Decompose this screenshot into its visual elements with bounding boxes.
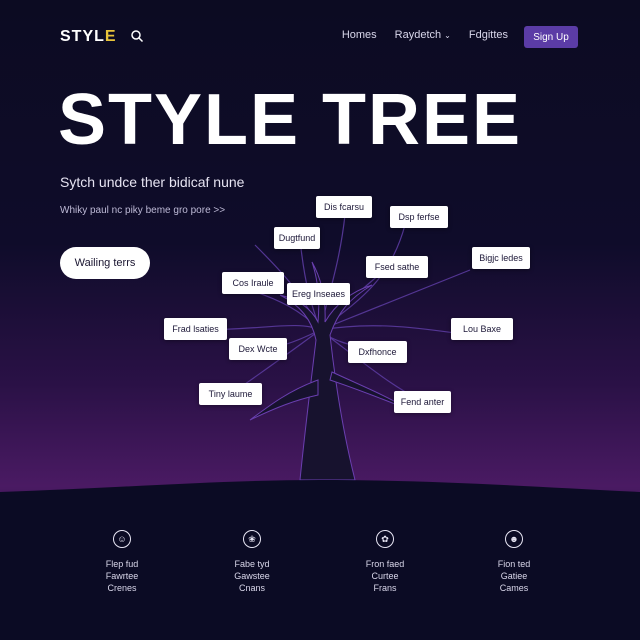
tree-node[interactable]: Lou Baxe	[451, 318, 513, 340]
tree-node[interactable]: Fsed sathe	[366, 256, 428, 278]
tree-node[interactable]: Dex Wcte	[229, 338, 287, 360]
face-icon: ☻	[505, 530, 523, 548]
leaf-icon: ✿	[376, 530, 394, 548]
feature-line: Fawrtee	[105, 571, 139, 581]
tree-node[interactable]: Ereg Inseaes	[287, 283, 350, 305]
horizon-hill	[0, 480, 640, 530]
feature-line: Gatiee	[500, 571, 528, 581]
tree-illustration	[199, 214, 471, 481]
feature-line: Curtee	[371, 571, 399, 581]
smile-icon: ☺	[113, 530, 131, 548]
feature-item[interactable]: ☺ Flep fud Fawrtee Crenes	[82, 530, 162, 594]
tree-node[interactable]: Bigjc ledes	[472, 247, 530, 269]
tree-node[interactable]: Dis fcarsu	[316, 196, 372, 218]
feature-line: Crenes	[107, 583, 137, 593]
feature-line: Cames	[499, 583, 529, 593]
feature-line: Frans	[373, 583, 397, 593]
feature-item[interactable]: ✿ Fron faed Curtee Frans	[345, 530, 425, 594]
feature-line: Fabe tyd	[234, 559, 270, 569]
feature-line: Flep fud	[105, 559, 139, 569]
tree-node[interactable]: Tiny laume	[199, 383, 262, 405]
feature-line: Fion ted	[497, 559, 531, 569]
feature-line: Gawstee	[234, 571, 270, 581]
tree-node[interactable]: Fend anter	[394, 391, 451, 413]
feature-line: Fron faed	[365, 559, 405, 569]
tree-node[interactable]: Dxfhonce	[348, 341, 407, 363]
tree-node[interactable]: Dugtfund	[274, 227, 320, 249]
sprout-icon: ❀	[243, 530, 261, 548]
feature-line: Cnans	[238, 583, 265, 593]
tree-node[interactable]: Frad lsaties	[164, 318, 227, 340]
feature-item[interactable]: ❀ Fabe tyd Gawstee Cnans	[212, 530, 292, 594]
tree-node[interactable]: Cos Iraule	[222, 272, 284, 294]
tree-node[interactable]: Dsp ferfse	[390, 206, 448, 228]
features-section: ☺ Flep fud Fawrtee Crenes ❀ Fabe tyd Gaw…	[0, 530, 640, 620]
feature-item[interactable]: ☻ Fion ted Gatiee Cames	[474, 530, 554, 594]
